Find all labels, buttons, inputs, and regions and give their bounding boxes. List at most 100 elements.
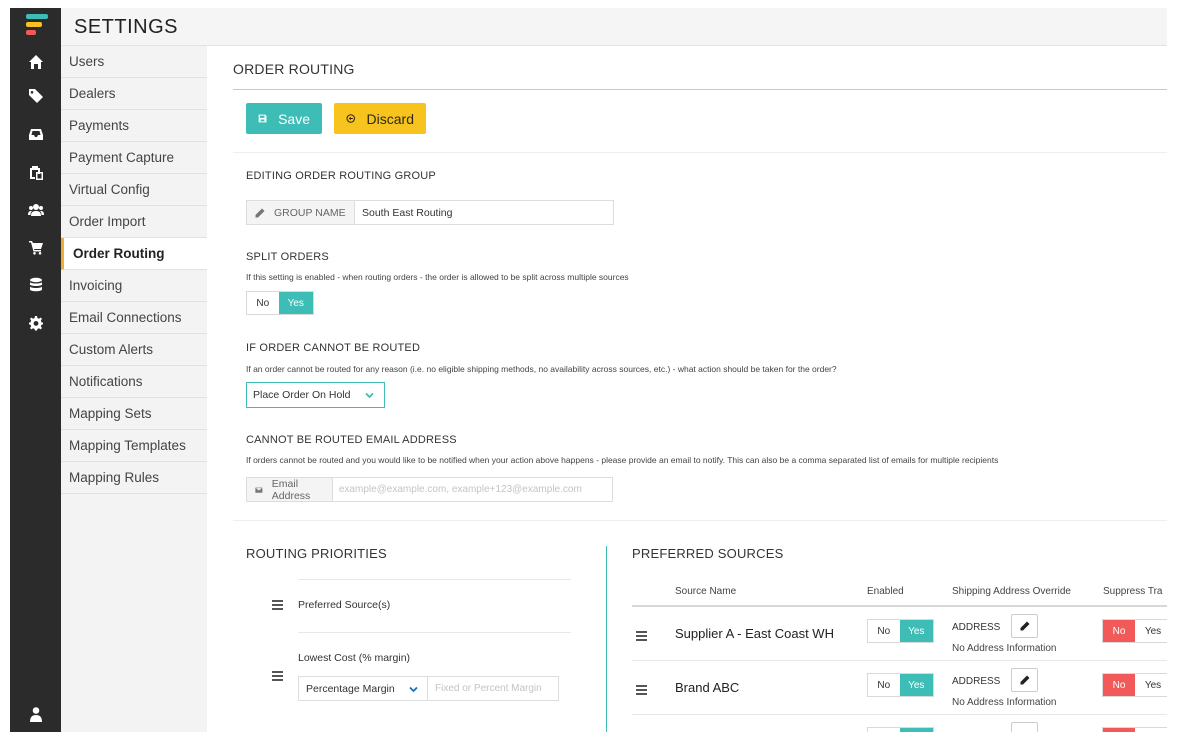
group-name-addon: GROUP NAME	[247, 201, 355, 224]
edit-address-button[interactable]	[1011, 614, 1038, 638]
clipboard-icon[interactable]	[10, 163, 61, 183]
drag-handle-icon[interactable]	[636, 685, 647, 695]
inbox-icon[interactable]	[10, 124, 61, 144]
preferred-sources-title: PREFERRED SOURCES	[632, 546, 784, 561]
unroutable-action-select[interactable]: Place Order On Hold	[246, 382, 385, 408]
discard-button[interactable]: Discard	[334, 103, 426, 134]
menu-item-order-import[interactable]: Order Import	[61, 206, 207, 238]
row-divider	[632, 714, 1167, 715]
group-name-input[interactable]: South East Routing	[355, 201, 459, 224]
column-header: Shipping Address Override	[952, 586, 1071, 597]
email-field: Email Address	[246, 477, 613, 502]
suppress-yes-option[interactable]: Yes	[1135, 674, 1167, 696]
column-header: Source Name	[675, 586, 737, 597]
column-divider	[606, 546, 607, 732]
envelope-icon	[255, 487, 263, 493]
suppress-no-option[interactable]: No	[1103, 620, 1135, 642]
save-label: Save	[278, 110, 310, 127]
enabled-toggle: No Yes	[867, 619, 934, 643]
drag-handle-icon[interactable]	[636, 631, 647, 641]
unroutable-heading: IF ORDER CANNOT BE ROUTED	[246, 342, 421, 354]
split-orders-help: If this setting is enabled - when routin…	[246, 272, 629, 282]
menu-item-dealers[interactable]: Dealers	[61, 78, 207, 110]
priority-divider	[298, 579, 571, 580]
column-header: Enabled	[867, 586, 904, 597]
floppy-icon	[258, 114, 267, 123]
menu-item-invoicing[interactable]: Invoicing	[61, 270, 207, 302]
column-header: Suppress Tra	[1103, 586, 1163, 597]
pencil-icon	[1020, 675, 1029, 685]
email-input[interactable]	[332, 478, 612, 501]
menu-item-email-connections[interactable]: Email Connections	[61, 302, 207, 334]
user-icon[interactable]	[10, 704, 61, 724]
suppress-no-option[interactable]	[1103, 728, 1135, 732]
address-info: No Address Information	[952, 643, 1057, 654]
split-orders-heading: SPLIT ORDERS	[246, 251, 329, 263]
menu-item-mapping-sets[interactable]: Mapping Sets	[61, 398, 207, 430]
source-name: Brand ABC	[675, 680, 740, 695]
enabled-no-option[interactable]	[868, 728, 900, 732]
suppress-toggle: No Yes	[1102, 619, 1167, 643]
margin-type-value: Percentage Margin	[306, 682, 395, 695]
menu-item-mapping-rules[interactable]: Mapping Rules	[61, 462, 207, 494]
suppress-no-option[interactable]: No	[1103, 674, 1135, 696]
email-heading: CANNOT BE ROUTED EMAIL ADDRESS	[246, 434, 457, 446]
chevron-down-icon	[409, 686, 418, 693]
email-addon: Email Address	[247, 478, 333, 502]
edit-address-button[interactable]	[1011, 722, 1038, 732]
suppress-toggle: No Yes	[1102, 673, 1167, 697]
suppress-yes-option[interactable]	[1135, 728, 1167, 732]
margin-type-select[interactable]: Percentage Margin	[298, 676, 428, 701]
drag-handle-icon[interactable]	[272, 600, 283, 610]
menu-item-payment-capture[interactable]: Payment Capture	[61, 142, 207, 174]
menu-item-payments[interactable]: Payments	[61, 110, 207, 142]
discard-label: Discard	[366, 110, 414, 127]
margin-value-input[interactable]: Fixed or Percent Margin	[428, 676, 559, 701]
suppress-yes-option[interactable]: Yes	[1135, 620, 1167, 642]
database-icon[interactable]	[10, 275, 61, 295]
enabled-yes-option[interactable]	[899, 728, 933, 732]
settings-header: SETTINGS	[61, 8, 1167, 46]
group-name-field: GROUP NAME South East Routing	[246, 200, 614, 225]
enabled-toggle: No Yes	[867, 673, 934, 697]
address-label: ADDRESS	[952, 676, 1001, 687]
save-button[interactable]: Save	[246, 103, 322, 134]
enabled-yes-option[interactable]: Yes	[899, 674, 933, 696]
home-icon[interactable]	[10, 52, 61, 72]
split-yes-option[interactable]: Yes	[278, 292, 313, 314]
enabled-toggle	[867, 727, 934, 732]
divider	[233, 152, 1167, 153]
edit-address-button[interactable]	[1011, 668, 1038, 692]
menu-item-virtual-config[interactable]: Virtual Config	[61, 174, 207, 206]
enabled-no-option[interactable]: No	[868, 674, 900, 696]
menu-item-users[interactable]: Users	[61, 46, 207, 78]
menu-item-notifications[interactable]: Notifications	[61, 366, 207, 398]
cart-icon[interactable]	[10, 237, 61, 257]
gear-icon[interactable]	[10, 313, 61, 333]
drag-handle-icon[interactable]	[272, 671, 283, 681]
unroutable-help: If an order cannot be routed for any rea…	[246, 364, 837, 374]
title-divider	[233, 89, 1167, 90]
priority-item: Preferred Source(s)	[298, 599, 391, 611]
app-logo	[26, 14, 48, 40]
unroutable-action-value: Place Order On Hold	[253, 389, 351, 401]
address-label: ADDRESS	[952, 622, 1001, 633]
tag-icon[interactable]	[10, 85, 61, 105]
menu-item-order-routing[interactable]: Order Routing	[61, 238, 207, 270]
suppress-toggle	[1102, 727, 1167, 732]
users-icon[interactable]	[10, 200, 61, 220]
routing-priorities-title: ROUTING PRIORITIES	[246, 546, 387, 561]
circle-arrow-icon	[346, 114, 356, 123]
page-title: SETTINGS	[74, 16, 179, 38]
group-name-label: GROUP NAME	[274, 206, 346, 219]
pencil-icon	[255, 208, 265, 217]
enabled-yes-option[interactable]: Yes	[899, 620, 933, 642]
settings-menu: Users Dealers Payments Payment Capture V…	[61, 46, 207, 732]
menu-item-custom-alerts[interactable]: Custom Alerts	[61, 334, 207, 366]
enabled-no-option[interactable]: No	[868, 620, 900, 642]
priority-item: Lowest Cost (% margin)	[298, 652, 411, 664]
menu-item-mapping-templates[interactable]: Mapping Templates	[61, 430, 207, 462]
icon-rail	[10, 8, 61, 732]
divider	[233, 520, 1167, 521]
split-no-option[interactable]: No	[247, 292, 279, 314]
